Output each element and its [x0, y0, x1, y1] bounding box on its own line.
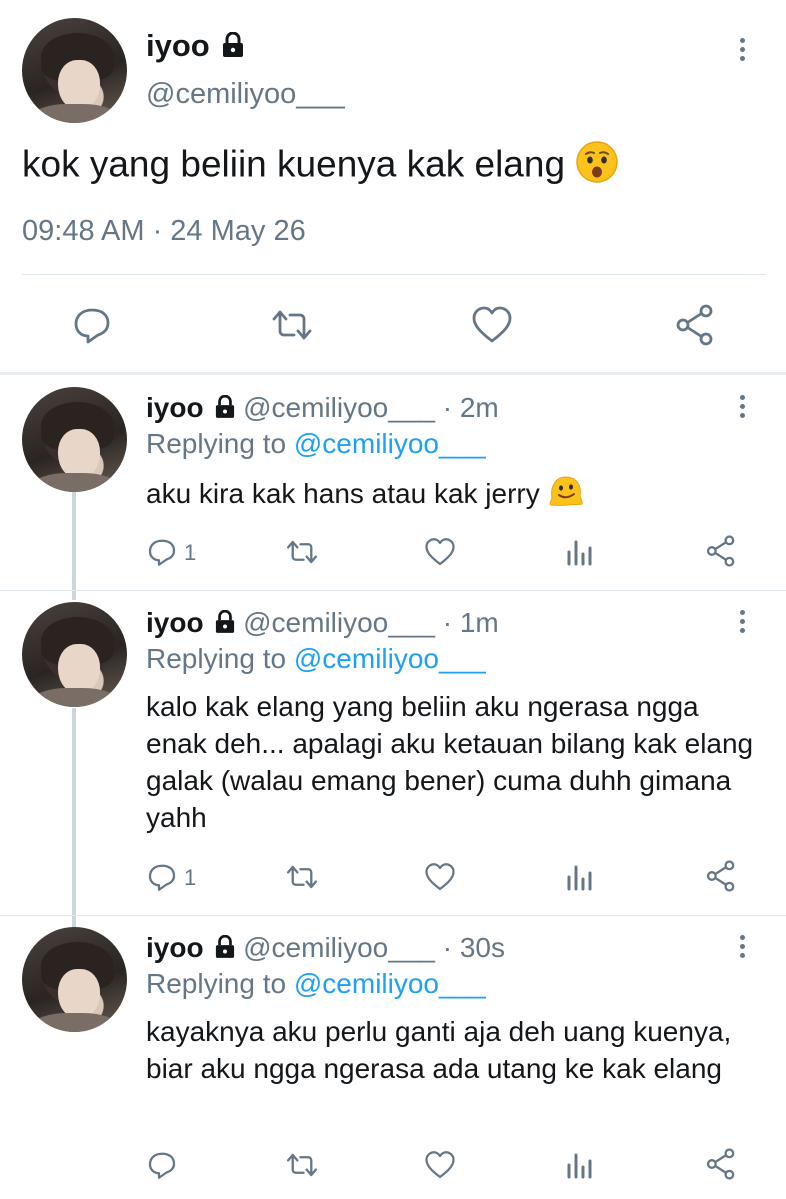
author-name: iyoo — [146, 392, 204, 423]
reply-header[interactable]: iyoo @cemiliyoo___ · 2m — [146, 392, 499, 426]
avatar-shoulder — [32, 688, 117, 707]
melting-face-icon — [548, 474, 584, 517]
section-divider — [0, 372, 786, 375]
replying-to-label: Replying to — [146, 643, 294, 674]
reply-icon[interactable] — [147, 537, 177, 567]
reply-time: · 30s — [442, 932, 505, 963]
avatar[interactable] — [22, 18, 127, 123]
replying-to-mention[interactable]: @cemiliyoo___ — [294, 428, 486, 459]
tweet-text-content: kok yang beliin kuenya kak elang — [22, 143, 566, 185]
retweet-icon[interactable] — [285, 538, 319, 566]
replying-to: Replying to @cemiliyoo___ — [146, 428, 486, 460]
tweet-text: kok yang beliin kuenya kak elang — [22, 140, 619, 193]
divider — [0, 915, 786, 916]
retweet-icon[interactable] — [285, 863, 319, 891]
lock-icon — [215, 394, 235, 426]
reply-header[interactable]: iyoo @cemiliyoo___ · 1m — [146, 607, 499, 641]
hushed-face-icon — [575, 140, 619, 193]
share-icon[interactable] — [705, 859, 737, 893]
lock-icon — [222, 30, 244, 66]
thread-line — [72, 708, 76, 928]
more-icon[interactable] — [737, 395, 747, 422]
share-icon[interactable] — [705, 534, 737, 568]
main-author-handle[interactable]: @cemiliyoo___ — [146, 78, 345, 111]
reply-count: 1 — [184, 865, 197, 890]
thread-line — [72, 492, 76, 600]
like-icon[interactable] — [424, 537, 456, 567]
main-author-name[interactable]: iyoo — [146, 28, 244, 66]
author-handle: @cemiliyoo___ — [243, 932, 435, 963]
retweet-icon[interactable] — [270, 307, 314, 343]
author-handle: @cemiliyoo___ — [243, 607, 435, 638]
like-icon[interactable] — [424, 1150, 456, 1180]
avatar-face — [57, 644, 100, 695]
avatar[interactable] — [22, 387, 127, 492]
replying-to: Replying to @cemiliyoo___ — [146, 968, 486, 1000]
reply-text: aku kira kak hans atau kak jerry — [146, 474, 766, 517]
more-icon[interactable] — [737, 610, 747, 637]
replying-to-mention[interactable]: @cemiliyoo___ — [294, 968, 486, 999]
share-icon[interactable] — [674, 303, 716, 347]
lock-icon — [215, 609, 235, 641]
reply-icon[interactable] — [147, 862, 177, 892]
share-icon[interactable] — [705, 1147, 737, 1181]
author-handle: @cemiliyoo___ — [243, 392, 435, 423]
avatar-shoulder — [32, 104, 117, 123]
reply-text: kayaknya aku perlu ganti aja deh uang ku… — [146, 1016, 732, 1084]
tweet-timestamp[interactable]: 09:48 AM · 24 May 26 — [22, 215, 306, 248]
reply-time: · 2m — [442, 392, 499, 423]
analytics-icon[interactable] — [566, 863, 594, 891]
more-icon[interactable] — [737, 935, 747, 962]
author-name: iyoo — [146, 607, 204, 638]
author-name: iyoo — [146, 28, 210, 63]
reply-icon[interactable] — [147, 1150, 177, 1180]
lock-icon — [215, 934, 235, 966]
more-icon[interactable] — [737, 38, 747, 65]
analytics-icon[interactable] — [566, 538, 594, 566]
avatar-face — [57, 429, 100, 480]
divider — [22, 274, 766, 275]
analytics-icon[interactable] — [566, 1151, 594, 1179]
replying-to-label: Replying to — [146, 968, 294, 999]
avatar-face — [57, 969, 100, 1020]
author-name: iyoo — [146, 932, 204, 963]
reply-icon[interactable] — [72, 305, 112, 345]
replying-to: Replying to @cemiliyoo___ — [146, 643, 486, 675]
divider — [0, 590, 786, 591]
retweet-icon[interactable] — [285, 1151, 319, 1179]
like-icon[interactable] — [424, 862, 456, 892]
replying-to-mention[interactable]: @cemiliyoo___ — [294, 643, 486, 674]
reply-header[interactable]: iyoo @cemiliyoo___ · 30s — [146, 932, 505, 966]
avatar[interactable] — [22, 927, 127, 1032]
avatar-shoulder — [32, 1013, 117, 1032]
reply-count: 1 — [184, 540, 197, 565]
reply-text: kalo kak elang yang beliin aku ngerasa n… — [146, 691, 754, 833]
reply-time: · 1m — [442, 607, 499, 638]
reply-text-content: aku kira kak hans atau kak jerry — [146, 477, 540, 509]
like-icon[interactable] — [471, 305, 513, 345]
avatar[interactable] — [22, 602, 127, 707]
replying-to-label: Replying to — [146, 428, 294, 459]
avatar-shoulder — [32, 473, 117, 492]
avatar-face — [57, 60, 100, 111]
